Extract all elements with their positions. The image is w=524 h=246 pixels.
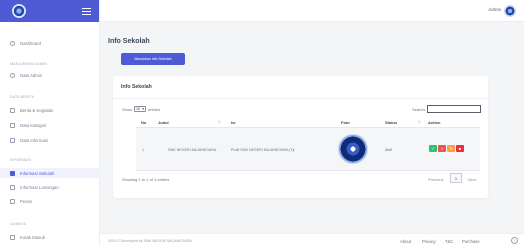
footer-link-purchase[interactable]: Purchase	[462, 239, 480, 244]
reject-button[interactable]: ×	[438, 145, 446, 152]
sidebar-item-kategori[interactable]: Data Kategori	[0, 120, 100, 130]
column-header-status[interactable]: Status	[385, 120, 397, 125]
check-icon: ✓	[431, 146, 435, 151]
sort-icon[interactable]: ⇅	[418, 120, 421, 124]
trash-icon: ■	[458, 146, 462, 151]
mail-icon	[10, 198, 15, 204]
search-input[interactable]	[427, 105, 481, 113]
sidebar-item-info-sekolah[interactable]: Informasi Sekolah	[0, 168, 100, 178]
sidebar: Dashboard Manajemen Admin Data Admin Dat…	[0, 0, 100, 246]
admin-name[interactable]: Admin	[488, 7, 501, 12]
sidebar-section-label: Manajemen Admin	[10, 62, 48, 66]
sidebar-item-label: Pesan	[20, 198, 33, 204]
inbox-icon	[10, 234, 15, 240]
add-info-button[interactable]: Masukkan Info Sekolah	[121, 53, 185, 65]
dashboard-icon	[10, 40, 15, 46]
sidebar-item-pesan[interactable]: Pesan	[0, 196, 100, 206]
sidebar-item-label: Kotak Masuk	[20, 234, 45, 240]
entries-value: 10	[136, 107, 141, 111]
show-entries: Show 10 ▾ entries	[122, 106, 160, 112]
sidebar-item-label: Informasi Sekolah	[20, 170, 55, 176]
sidebar-section-label: Informasi	[10, 158, 32, 162]
sidebar-item-berita[interactable]: Berita & Kegiatan	[0, 105, 100, 115]
sidebar-item-kotak-masuk[interactable]: Kotak Masuk	[0, 232, 100, 242]
sidebar-section-label: Lainnya	[10, 222, 27, 226]
help-icon[interactable]: ?	[511, 237, 518, 244]
chevron-down-icon: ▾	[142, 107, 145, 111]
avatar[interactable]	[504, 5, 516, 17]
entries-label: entries	[148, 106, 161, 112]
sidebar-item-label: Data Admin	[20, 72, 43, 78]
row-judul: SMK NEGERI MAJANEGARA	[168, 148, 217, 152]
footer: 2024 © Developed by SMK NEGERI MAJANEGAR…	[100, 233, 524, 246]
showing-info: Showing 1 to 1 of 1 entries	[122, 177, 170, 182]
school-icon	[10, 170, 15, 176]
row-no: 1	[142, 148, 144, 152]
briefcase-icon	[10, 184, 15, 190]
row-photo	[338, 134, 368, 164]
card-title: Info Sekolah	[121, 84, 152, 90]
close-icon: ×	[440, 146, 444, 151]
search-label: Search:	[412, 107, 426, 112]
row-isi: Profil SMK NEGERI MAJANEGARA (Tjr	[231, 148, 295, 152]
column-header-foto[interactable]: Foto	[341, 120, 350, 125]
pagination-next[interactable]: Next	[468, 177, 476, 182]
topbar: Admin	[100, 0, 524, 22]
sidebar-item-label: Informasi Lowongan	[20, 184, 59, 190]
column-header-action: Action	[428, 120, 441, 125]
sidebar-item-label: Dashboard	[20, 40, 42, 46]
edit-icon: ✎	[449, 146, 453, 151]
sidebar-item-label: Berita & Kegiatan	[20, 107, 54, 113]
divider	[136, 170, 480, 171]
info-icon	[10, 137, 15, 143]
sidebar-item-data-admin[interactable]: Data Admin	[0, 70, 100, 80]
user-icon	[10, 72, 15, 78]
sidebar-section-label: Data Berita	[10, 95, 35, 99]
entries-select[interactable]: 10 ▾	[134, 106, 147, 112]
divider	[113, 98, 488, 99]
folder-icon	[10, 122, 15, 128]
school-logo[interactable]	[12, 4, 26, 18]
footer-link-about[interactable]: About	[400, 239, 411, 244]
news-icon	[10, 107, 15, 113]
show-label: Show	[122, 106, 133, 112]
column-header-judul[interactable]: Judul	[158, 120, 169, 125]
footer-link-tc[interactable]: T&C	[445, 239, 453, 244]
column-header-no[interactable]: No	[141, 120, 146, 125]
pagination-page[interactable]: 1	[450, 173, 462, 183]
brand-bar	[0, 0, 99, 22]
approve-button[interactable]: ✓	[429, 145, 437, 152]
sidebar-item-label: Data Informasi	[20, 137, 48, 143]
column-header-isi[interactable]: Isi	[231, 120, 235, 125]
copyright-text: 2024 © Developed by SMK NEGERI MAJANEGAR…	[108, 239, 192, 243]
sidebar-item-label: Data Kategori	[20, 122, 47, 128]
edit-button[interactable]: ✎	[447, 145, 455, 152]
sort-icon[interactable]: ⇅	[218, 120, 221, 124]
sidebar-item-informasi[interactable]: Data Informasi	[0, 135, 100, 145]
pagination-previous[interactable]: Previous	[428, 177, 444, 182]
page-title: Info Sekolah	[108, 38, 150, 45]
menu-toggle-icon[interactable]	[82, 7, 91, 15]
delete-button[interactable]: ■	[456, 145, 464, 152]
row-status: Aktif	[385, 148, 392, 152]
sidebar-item-dashboard[interactable]: Dashboard	[0, 38, 100, 48]
footer-link-privacy[interactable]: Privacy	[422, 239, 436, 244]
sidebar-item-info-lowongan[interactable]: Informasi Lowongan	[0, 182, 100, 192]
